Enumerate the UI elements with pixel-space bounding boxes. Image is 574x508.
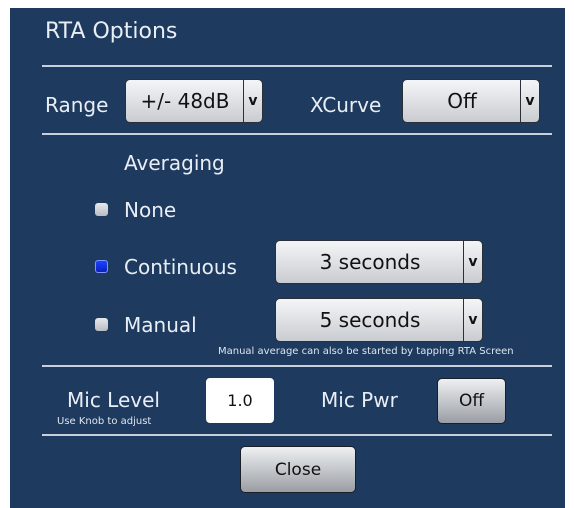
option-manual-label[interactable]: Manual xyxy=(124,313,197,337)
mic-level-value[interactable]: 1.0 xyxy=(206,378,274,423)
radio-none[interactable] xyxy=(95,203,108,216)
divider xyxy=(42,365,552,367)
divider xyxy=(42,133,552,135)
xcurve-dropdown[interactable]: Off v xyxy=(402,79,540,123)
range-dropdown[interactable]: +/- 48dB v xyxy=(125,79,263,123)
continuous-duration-dropdown[interactable]: 3 seconds v xyxy=(275,240,483,284)
radio-continuous[interactable] xyxy=(95,260,108,273)
close-button[interactable]: Close xyxy=(240,446,356,493)
option-none-label[interactable]: None xyxy=(124,198,176,222)
chevron-down-icon: v xyxy=(520,80,539,122)
mic-pwr-button[interactable]: Off xyxy=(437,378,506,424)
mic-pwr-label: Mic Pwr xyxy=(321,388,398,412)
chevron-down-icon: v xyxy=(463,299,482,341)
option-continuous-label[interactable]: Continuous xyxy=(124,255,237,279)
manual-duration-dropdown[interactable]: 5 seconds v xyxy=(275,298,483,342)
range-value: +/- 48dB xyxy=(140,89,230,113)
averaging-heading: Averaging xyxy=(124,151,225,175)
continuous-duration-value: 3 seconds xyxy=(319,250,421,274)
manual-average-note: Manual average can also be started by ta… xyxy=(218,346,514,357)
chevron-down-icon: v xyxy=(243,80,262,122)
xcurve-label: XCurve xyxy=(310,93,382,117)
mic-level-hint: Use Knob to adjust xyxy=(57,416,152,427)
divider xyxy=(42,434,552,436)
manual-duration-value: 5 seconds xyxy=(319,308,421,332)
radio-manual[interactable] xyxy=(95,318,108,331)
range-label: Range xyxy=(45,93,109,117)
dialog-title: RTA Options xyxy=(45,19,178,44)
divider xyxy=(42,65,552,67)
xcurve-value: Off xyxy=(447,89,477,113)
mic-level-label: Mic Level xyxy=(67,388,160,412)
chevron-down-icon: v xyxy=(463,241,482,283)
